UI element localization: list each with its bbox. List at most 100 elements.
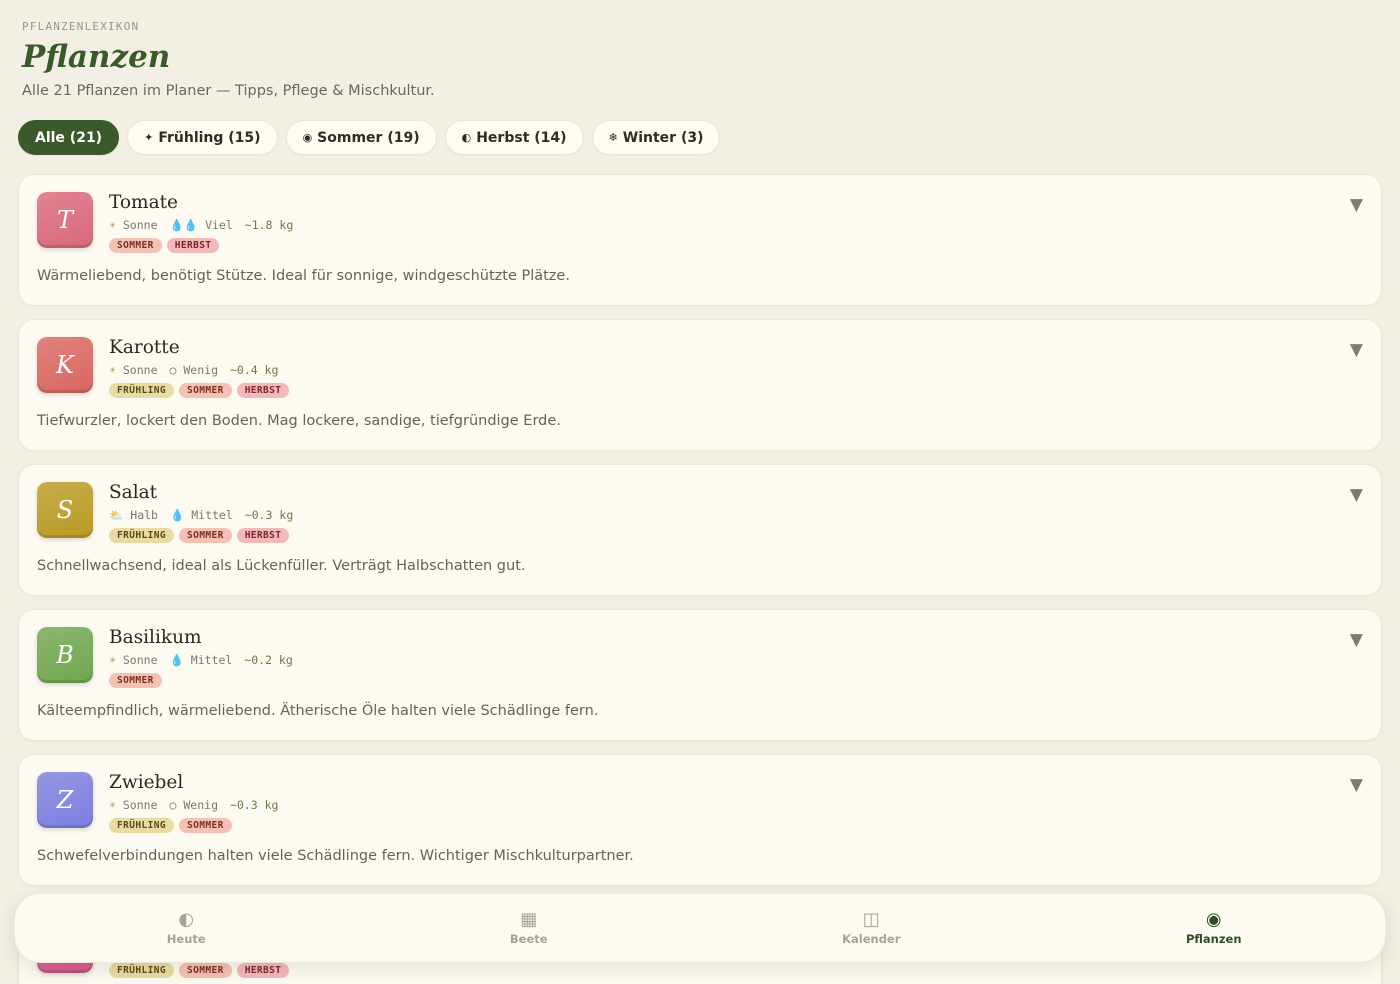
water-drop-icon: 💧 (169, 508, 185, 522)
target-icon: ◉ (1205, 909, 1222, 930)
water-info: 💧 Mittel (170, 508, 233, 522)
page-subtitle: Alle 21 Pflanzen im Planer — Tipps, Pfle… (22, 83, 435, 99)
sun-info: ☀ Sonne (109, 218, 158, 232)
chevron-down-icon[interactable]: ▼ (1350, 340, 1363, 360)
half-circle-icon: ◐ (461, 131, 472, 144)
season-tag: SOMMER (178, 963, 232, 978)
season-tags: SOMMER (109, 673, 162, 688)
plant-meta: ☀ Sonne 💧 Mittel ~0.2 kg (109, 653, 293, 667)
plant-meta: ☀ Sonne ○ Wenig ~0.3 kg (109, 798, 278, 812)
plant-description: Tiefwurzler, lockert den Boden. Mag lock… (37, 413, 561, 429)
water-low-icon: ○ (169, 798, 177, 812)
plant-description: Schnellwachsend, ideal als Lückenfüller.… (37, 558, 526, 574)
season-tag: FRÜHLING (109, 528, 174, 543)
sun-icon: ☀ (109, 218, 116, 232)
sun-info: ☀ Sonne (109, 653, 158, 667)
water-drop-icon: 💧💧 (169, 218, 199, 232)
calendar-icon: ◫ (862, 909, 880, 930)
partly-cloudy-icon: ⛅ (109, 508, 124, 522)
water-label: Wenig (183, 798, 218, 812)
chevron-down-icon[interactable]: ▼ (1350, 630, 1363, 650)
filter-chip-label: Alle (21) (35, 129, 103, 146)
nav-item-pflanzen[interactable]: ◉ Pflanzen (1043, 894, 1386, 962)
plant-avatar: S (37, 482, 93, 538)
plant-card-tomate[interactable]: T Tomate ☀ Sonne 💧💧 Viel ~1.8 kg SOMMER … (18, 174, 1382, 306)
season-tag: SOMMER (178, 383, 232, 398)
plant-card-zwiebel[interactable]: Z Zwiebel ☀ Sonne ○ Wenig ~0.3 kg FRÜHLI… (18, 754, 1382, 886)
season-tag: SOMMER (109, 238, 162, 253)
water-info: 💧💧 Viel (170, 218, 233, 232)
water-info: ○ Wenig (170, 798, 219, 812)
sun-label: Sonne (122, 798, 158, 812)
snowflake-icon: ❄ (608, 131, 618, 144)
nav-item-heute[interactable]: ◐ Heute (15, 894, 358, 962)
sun-circle-icon: ◉ (302, 131, 313, 144)
plant-card-salat[interactable]: S Salat ⛅ Halb 💧 Mittel ~0.3 kg FRÜHLING… (18, 464, 1382, 596)
water-label: Viel (205, 218, 233, 232)
nav-item-beete[interactable]: ▦ Beete (358, 894, 701, 962)
plant-description: Schwefelverbindungen halten viele Schädl… (37, 848, 634, 864)
plant-description: Wärmeliebend, benötigt Stütze. Ideal für… (37, 268, 570, 284)
season-tag: HERBST (236, 963, 290, 978)
plant-avatar: Z (37, 772, 93, 828)
yield-label: ~0.4 kg (230, 363, 279, 377)
filter-chip-label: Winter (3) (622, 129, 704, 146)
sun-info: ☀ Sonne (109, 798, 158, 812)
filter-chip-winter[interactable]: ❄ Winter (3) (591, 120, 721, 155)
nav-label: Kalender (842, 932, 901, 946)
plant-name: Karotte (109, 337, 180, 358)
yield-label: ~1.8 kg (244, 218, 294, 232)
water-label: Wenig (183, 363, 218, 377)
water-label: Mittel (190, 653, 233, 667)
chevron-down-icon[interactable]: ▼ (1350, 195, 1363, 215)
season-filter-bar: Alle (21) ✦ Frühling (15) ◉ Sommer (19) … (18, 120, 1382, 155)
sun-label: Halb (130, 508, 158, 522)
plant-name: Salat (109, 482, 158, 503)
filter-chip-label: Frühling (15) (158, 129, 261, 146)
plant-avatar: K (37, 337, 93, 393)
season-tags: FRÜHLING SOMMER HERBST (109, 528, 290, 543)
plant-card-karotte[interactable]: K Karotte ☀ Sonne ○ Wenig ~0.4 kg FRÜHLI… (18, 319, 1382, 451)
season-tags: FRÜHLING SOMMER HERBST (109, 383, 290, 398)
sun-icon: ☀ (109, 653, 116, 667)
plant-name: Basilikum (109, 627, 202, 648)
filter-chip-fruehling[interactable]: ✦ Frühling (15) (127, 120, 278, 155)
filter-chip-label: Sommer (19) (317, 129, 420, 146)
plant-avatar: T (37, 192, 93, 248)
plant-meta: ☀ Sonne ○ Wenig ~0.4 kg (109, 363, 278, 377)
filter-chip-alle[interactable]: Alle (21) (18, 120, 120, 155)
season-tag: HERBST (236, 528, 290, 543)
page-title: Pflanzen (22, 39, 171, 75)
filter-chip-herbst[interactable]: ◐ Herbst (14) (444, 120, 584, 155)
sun-icon: ☀ (109, 363, 116, 377)
sun-info: ⛅ Halb (109, 508, 158, 522)
season-tag: FRÜHLING (109, 963, 174, 978)
sun-label: Sonne (122, 363, 158, 377)
sun-info: ☀ Sonne (109, 363, 158, 377)
sun-label: Sonne (122, 653, 158, 667)
page: PFLANZENLEXIKON Pflanzen Alle 21 Pflanze… (0, 0, 1400, 984)
season-tags: SOMMER HERBST (109, 238, 220, 253)
chevron-down-icon[interactable]: ▼ (1350, 485, 1363, 505)
sun-icon: ☀ (109, 798, 116, 812)
season-tag: SOMMER (178, 818, 232, 833)
nav-label: Beete (509, 932, 548, 946)
water-info: 💧 Mittel (170, 653, 233, 667)
yield-label: ~0.3 kg (244, 508, 294, 522)
plant-card-basilikum[interactable]: B Basilikum ☀ Sonne 💧 Mittel ~0.2 kg SOM… (18, 609, 1382, 741)
water-low-icon: ○ (169, 363, 177, 377)
water-label: Mittel (191, 508, 233, 522)
season-tag: FRÜHLING (109, 818, 174, 833)
plant-name: Zwiebel (109, 772, 184, 793)
chevron-down-icon[interactable]: ▼ (1350, 775, 1363, 795)
water-drop-icon: 💧 (169, 653, 184, 667)
grid-icon: ▦ (520, 909, 538, 930)
plant-avatar: B (37, 627, 93, 683)
season-tag: HERBST (166, 238, 220, 253)
water-info: ○ Wenig (170, 363, 219, 377)
filter-chip-label: Herbst (14) (476, 129, 567, 146)
plant-meta: ⛅ Halb 💧 Mittel ~0.3 kg (109, 508, 293, 522)
yield-label: ~0.2 kg (244, 653, 293, 667)
filter-chip-sommer[interactable]: ◉ Sommer (19) (285, 120, 437, 155)
nav-item-kalender[interactable]: ◫ Kalender (700, 894, 1043, 962)
